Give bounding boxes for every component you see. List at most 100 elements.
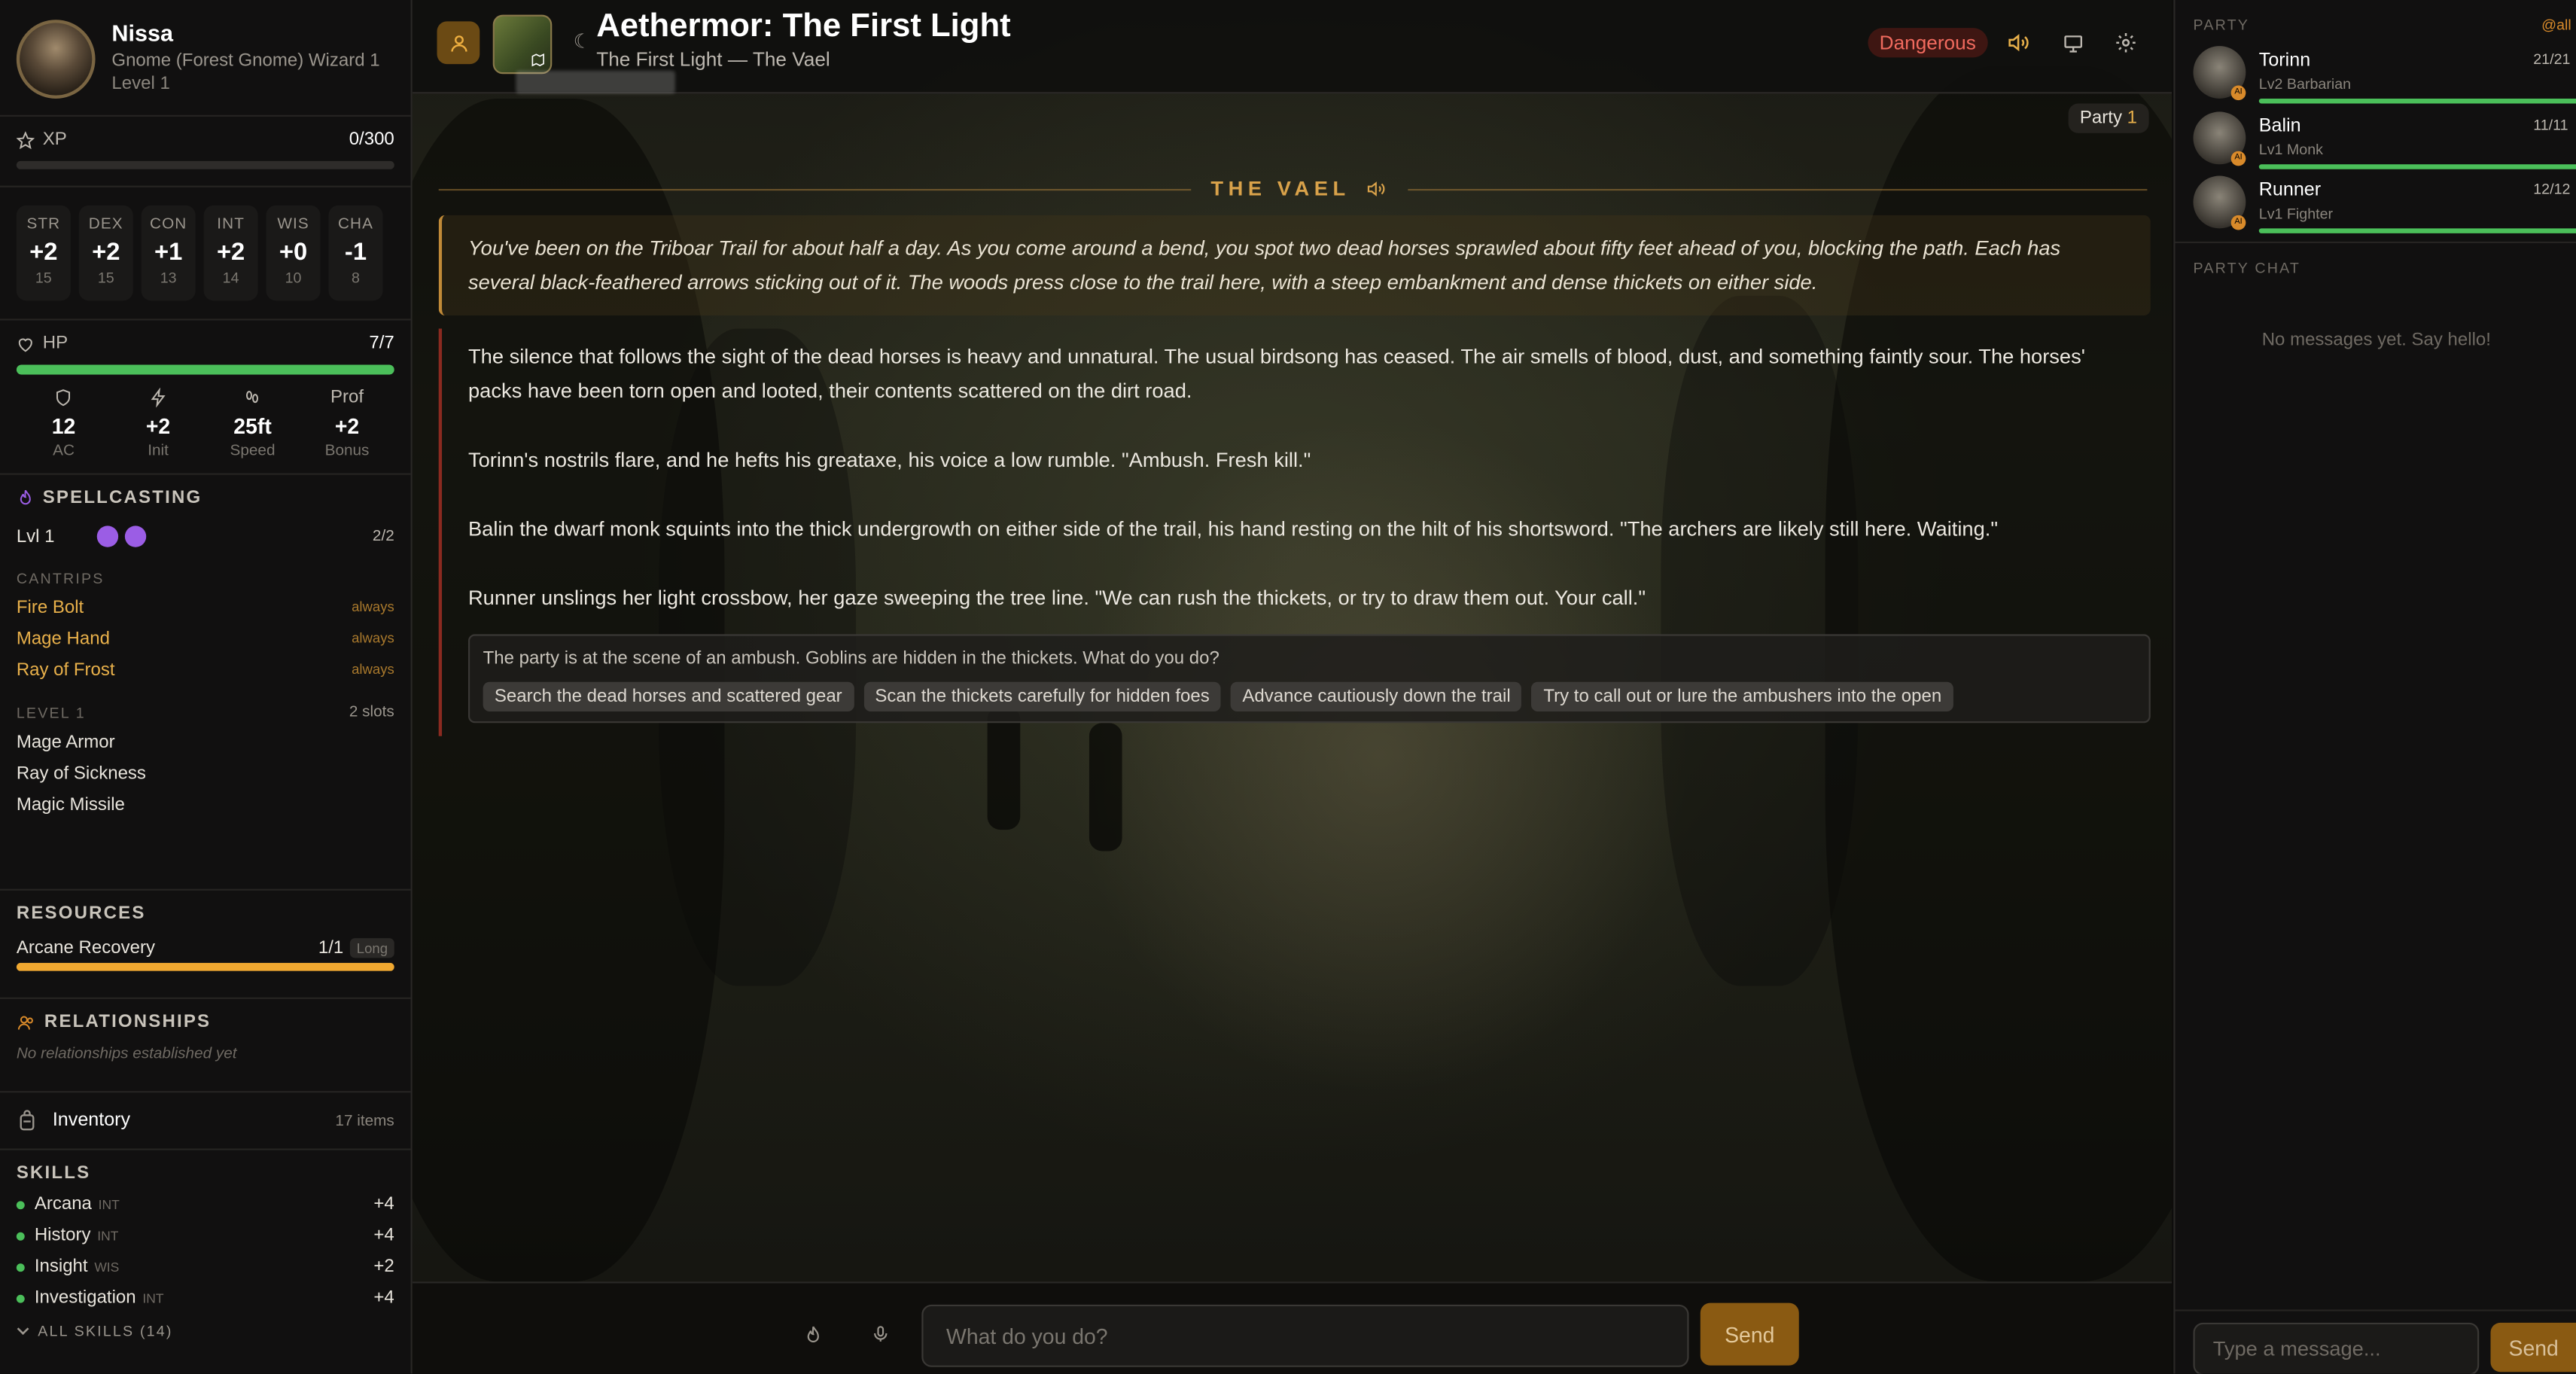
level1-header: LEVEL 1 — [16, 704, 86, 721]
party-count: 1 — [2127, 108, 2138, 129]
spell-name: Ray of Sickness — [16, 763, 146, 784]
character-name: Nissa — [111, 20, 173, 47]
scene-thumbnail[interactable] — [492, 14, 553, 75]
cantrip-item[interactable]: Ray of Frost always — [17, 660, 394, 680]
ability-modifier: +1 — [154, 238, 183, 267]
scene-intro: You've been on the Triboar Trail for abo… — [438, 215, 2151, 316]
character-race-class: Gnome (Forest Gnome) Wizard 1 — [111, 50, 380, 71]
inventory-button[interactable]: Inventory 17 items — [0, 1092, 411, 1150]
spell-tag: always — [352, 660, 394, 678]
chat-send-button[interactable]: Send — [2490, 1322, 2576, 1372]
combat-stat-speed: 25ft Speed — [206, 388, 300, 460]
choice-chip[interactable]: Search the dead horses and scattered gea… — [483, 681, 854, 711]
moon-icon: ☾ — [573, 29, 592, 53]
resource-value: 1/1 — [318, 938, 344, 958]
settings-button[interactable] — [2105, 21, 2148, 64]
people-icon — [17, 1013, 36, 1031]
relationships-section: RELATIONSHIPS No relationships establish… — [0, 999, 411, 1093]
chat-empty: No messages yet. Say hello! — [2261, 330, 2491, 350]
send-button[interactable]: Send — [1700, 1302, 1799, 1366]
all-skills-toggle[interactable]: ALL SKILLS (14) — [17, 1323, 394, 1339]
spell-slot[interactable] — [125, 526, 147, 547]
mention-all[interactable]: @all — [2541, 17, 2571, 33]
ability-score: 8 — [351, 269, 360, 286]
hp-value: 7/7 — [369, 334, 394, 354]
resources-section: RESOURCES Arcane Recovery 1/1 Long — [0, 891, 411, 999]
ability-modifier: +2 — [92, 238, 120, 267]
game-subtitle: The First Light — The Vael — [596, 47, 830, 71]
skill-row[interactable]: History INT +4 — [16, 1226, 394, 1246]
ability-int[interactable]: INT +2 14 — [203, 205, 258, 301]
monitor-icon — [2062, 32, 2085, 53]
speaker-icon[interactable] — [1366, 179, 1387, 199]
ability-cha[interactable]: CHA -1 8 — [328, 205, 383, 301]
sound-button[interactable] — [1996, 21, 2039, 64]
danger-badge: Dangerous — [1868, 28, 1988, 58]
location-tooltip — [516, 70, 675, 94]
proficiency-dot — [16, 1200, 25, 1209]
skill-row[interactable]: Investigation INT +4 — [16, 1288, 394, 1308]
microphone-button[interactable] — [859, 1313, 902, 1356]
spell-tag: always — [352, 629, 394, 646]
spell-slot[interactable] — [97, 526, 119, 547]
choice-chip[interactable]: Advance cautiously down the trail — [1231, 681, 1522, 711]
combat-value: 25ft — [233, 413, 272, 439]
skill-modifier: +4 — [373, 1226, 394, 1246]
member-hp: 12/12 — [2533, 181, 2571, 197]
ability-dex[interactable]: DEX +2 15 — [78, 205, 133, 301]
spell-name: Magic Missile — [16, 795, 125, 815]
party-panel: PARTY @all AI Torinn Lv2 Barbarian 21/21 AI B… — [2173, 0, 2576, 1374]
xp-bar — [16, 160, 394, 169]
party-label: Party — [2079, 108, 2122, 129]
spell-name: Mage Hand — [16, 629, 110, 650]
display-button[interactable] — [2052, 21, 2095, 64]
party-indicator[interactable]: Party 1 — [2068, 103, 2149, 133]
ability-con[interactable]: CON +1 13 — [141, 205, 196, 301]
shield-icon — [17, 388, 111, 411]
microphone-icon — [871, 1323, 891, 1346]
ai-badge: AI — [2230, 150, 2246, 166]
skill-row[interactable]: Arcana INT +4 — [16, 1194, 394, 1214]
combat-stats: 12 AC +2 Init 25ft Speed Prof +2 Bonus — [17, 388, 394, 460]
character-avatar[interactable] — [16, 20, 96, 99]
gear-icon — [2115, 31, 2138, 54]
character-button[interactable] — [437, 21, 480, 65]
choice-chip[interactable]: Try to call out or lure the ambushers in… — [1532, 681, 1953, 711]
skill-ability: INT — [98, 1196, 120, 1212]
slots-count: 2/2 — [372, 527, 394, 546]
ability-str[interactable]: STR +2 15 — [16, 205, 71, 301]
level1-slots: 2 slots — [349, 703, 394, 722]
level1-spell-item[interactable]: Magic Missile — [17, 795, 394, 815]
inventory-count: 17 items — [335, 1111, 394, 1130]
combat-stat-init: +2 Init — [111, 388, 205, 460]
skill-modifier: +4 — [373, 1194, 394, 1214]
narration-paragraph: Runner unslings her light crossbow, her … — [467, 586, 1646, 610]
party-member[interactable]: AI Runner Lv1 Fighter 12/12 — [2193, 175, 2576, 239]
skill-modifier: +4 — [373, 1288, 394, 1308]
ability-key: DEX — [88, 215, 123, 233]
ability-wis[interactable]: WIS +0 10 — [266, 205, 321, 301]
choice-chip[interactable]: Scan the thickets carefully for hidden f… — [863, 681, 1222, 711]
level1-spell-item[interactable]: Ray of Sickness — [17, 764, 394, 784]
action-button[interactable] — [792, 1313, 835, 1356]
skill-row[interactable]: Insight WIS +2 — [16, 1257, 394, 1277]
cantrip-item[interactable]: Fire Bolt always — [17, 598, 394, 617]
skill-name: Arcana — [34, 1194, 92, 1214]
skill-modifier: +2 — [373, 1257, 394, 1277]
party-member[interactable]: AI Torinn Lv2 Barbarian 21/21 — [2193, 46, 2576, 108]
party-member[interactable]: AI Balin Lv1 Monk 11/11 — [2193, 111, 2576, 173]
combat-value: 12 — [51, 413, 76, 439]
prof-header: Prof — [330, 388, 364, 408]
chat-input[interactable]: Type a message... — [2193, 1322, 2480, 1374]
spell-slots[interactable] — [97, 526, 147, 547]
inventory-label: Inventory — [52, 1110, 131, 1131]
action-input[interactable]: What do you do? — [921, 1304, 1689, 1367]
skill-ability: INT — [97, 1228, 119, 1243]
level1-spell-item[interactable]: Mage Armor — [17, 733, 394, 752]
skill-name: History — [34, 1226, 91, 1246]
ability-key: STR — [26, 215, 61, 233]
chat-title: PARTY CHAT — [2193, 259, 2301, 276]
ability-score: 15 — [35, 269, 52, 286]
cantrip-item[interactable]: Mage Hand always — [17, 629, 394, 649]
member-class: Lv2 Barbarian — [2258, 75, 2352, 93]
